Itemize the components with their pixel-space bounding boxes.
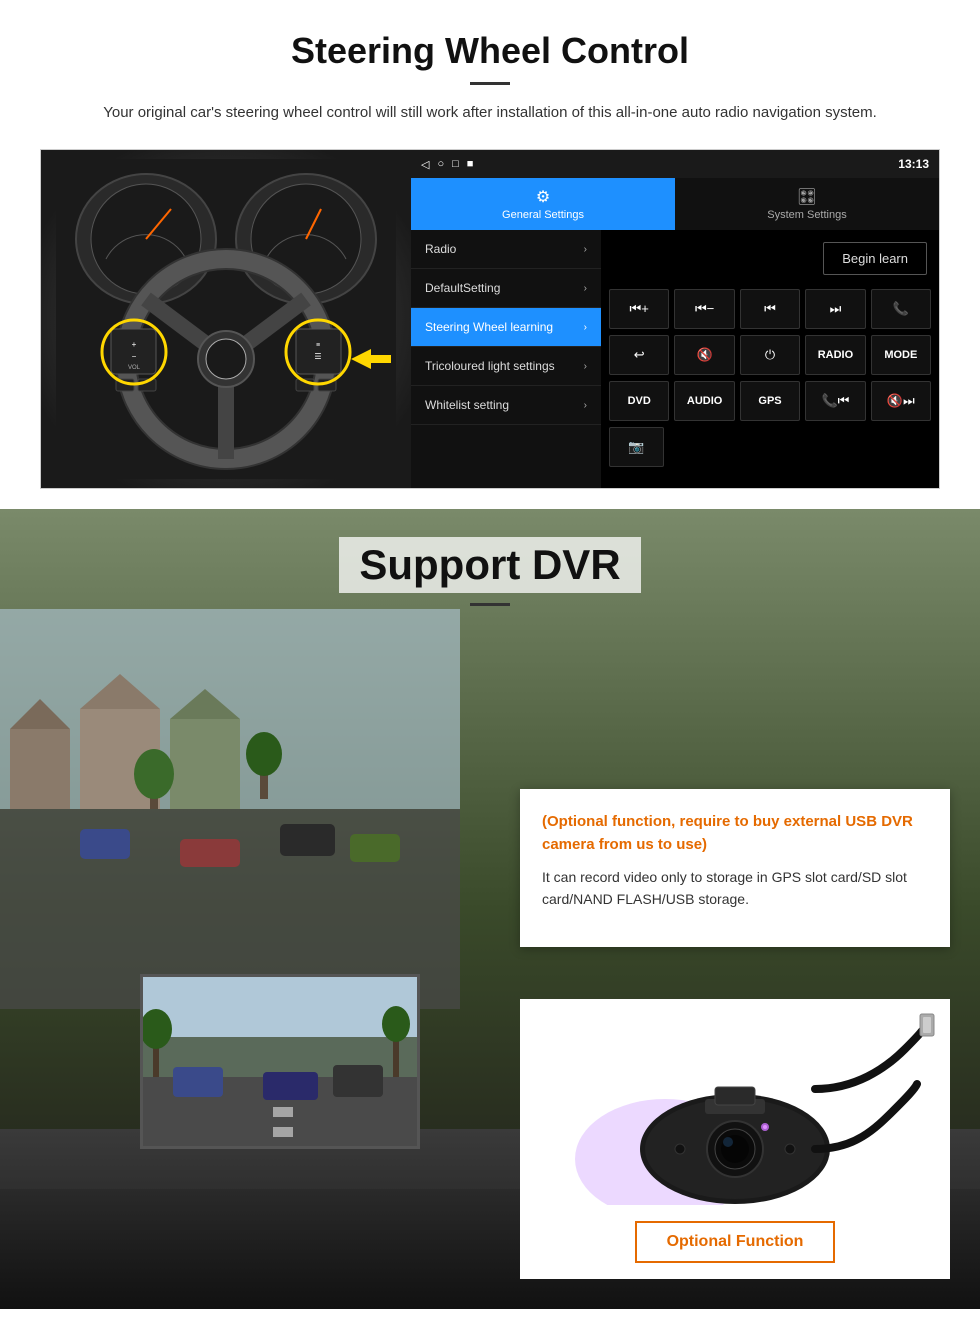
menu-panel: Radio › DefaultSetting › Steering Wheel … bbox=[411, 230, 601, 488]
svg-text:≡: ≡ bbox=[316, 342, 320, 349]
ctrl-prev[interactable]: ⏮ bbox=[740, 289, 800, 329]
svg-text:−: − bbox=[132, 352, 137, 361]
begin-learn-button[interactable]: Begin learn bbox=[823, 242, 927, 275]
ctrl-camera[interactable]: 📷 bbox=[609, 427, 664, 467]
dvr-divider bbox=[470, 603, 510, 606]
control-panel: Begin learn ⏮+ ⏮− ⏮ ⏭ 📞 ↩ 🔇 ⏻ RADIO bbox=[601, 230, 939, 488]
menu-label-tricoloured: Tricoloured light settings bbox=[425, 359, 555, 373]
status-icons: ◁ ○ □ ■ bbox=[421, 158, 473, 171]
ctrl-power[interactable]: ⏻ bbox=[740, 335, 800, 375]
dvr-info-card: (Optional function, require to buy exter… bbox=[520, 789, 950, 947]
steering-wheel-svg: + − VOL ≡ ☰ bbox=[56, 159, 396, 479]
dvr-camera-area bbox=[520, 999, 950, 1229]
ctrl-dvd[interactable]: DVD bbox=[609, 381, 669, 421]
ctrl-mode[interactable]: MODE bbox=[871, 335, 931, 375]
arrow-icon-2: › bbox=[584, 283, 587, 294]
steering-subtitle: Your original car's steering wheel contr… bbox=[80, 101, 900, 125]
tab-general-label: General Settings bbox=[502, 209, 584, 221]
ctrl-next[interactable]: ⏭ bbox=[805, 289, 865, 329]
optional-function-area: Optional Function bbox=[520, 1205, 950, 1279]
menu-item-tricoloured[interactable]: Tricoloured light settings › bbox=[411, 347, 601, 386]
ctrl-mute-next[interactable]: 🔇⏭ bbox=[871, 381, 931, 421]
steering-section: Steering Wheel Control Your original car… bbox=[0, 0, 980, 509]
begin-learn-row: Begin learn bbox=[609, 238, 931, 283]
arrow-icon-4: › bbox=[584, 361, 587, 372]
ctrl-mute[interactable]: 🔇 bbox=[674, 335, 734, 375]
dvr-bg-container: Support DVR (Optional function, require … bbox=[0, 509, 980, 1309]
menu-label-default: DefaultSetting bbox=[425, 281, 500, 295]
menu-icon: ■ bbox=[467, 158, 474, 170]
dvr-section: Support DVR (Optional function, require … bbox=[0, 509, 980, 1309]
steering-title: Steering Wheel Control bbox=[40, 30, 940, 72]
ctrl-vol-plus[interactable]: ⏮+ bbox=[609, 289, 669, 329]
dvr-screenshot-svg bbox=[143, 977, 420, 1149]
svg-text:+: + bbox=[132, 340, 137, 349]
ctrl-phone[interactable]: 📞 bbox=[871, 289, 931, 329]
title-divider bbox=[470, 82, 510, 85]
menu-item-defaultsetting[interactable]: DefaultSetting › bbox=[411, 269, 601, 308]
scene-svg bbox=[0, 609, 460, 1009]
arrow-icon: › bbox=[584, 244, 587, 255]
menu-label-whitelist: Whitelist setting bbox=[425, 398, 509, 412]
tab-system[interactable]: 🎛 System Settings bbox=[675, 178, 939, 230]
android-status-bar: ◁ ○ □ ■ 13:13 bbox=[411, 150, 939, 178]
ctrl-gps[interactable]: GPS bbox=[740, 381, 800, 421]
control-row-4: 📷 bbox=[609, 427, 931, 467]
ctrl-vol-minus[interactable]: ⏮− bbox=[674, 289, 734, 329]
ctrl-audio[interactable]: AUDIO bbox=[674, 381, 734, 421]
steering-photo: + − VOL ≡ ☰ bbox=[41, 150, 411, 488]
menu-label-radio: Radio bbox=[425, 242, 456, 256]
control-row-1: ⏮+ ⏮− ⏮ ⏭ 📞 bbox=[609, 289, 931, 329]
svg-text:☰: ☰ bbox=[314, 352, 321, 361]
ctrl-radio[interactable]: RADIO bbox=[805, 335, 865, 375]
home-icon: ○ bbox=[437, 158, 444, 170]
dvr-screenshot bbox=[140, 974, 420, 1149]
system-icon: 🎛 bbox=[797, 187, 817, 207]
arrow-icon-5: › bbox=[584, 400, 587, 411]
svg-text:VOL: VOL bbox=[128, 365, 141, 371]
back-icon: ◁ bbox=[421, 158, 429, 171]
settings-gear-icon: ⚙ bbox=[536, 187, 550, 207]
android-content: Radio › DefaultSetting › Steering Wheel … bbox=[411, 230, 939, 488]
steering-demo: + − VOL ≡ ☰ bbox=[40, 149, 940, 489]
menu-item-whitelist[interactable]: Whitelist setting › bbox=[411, 386, 601, 425]
menu-item-radio[interactable]: Radio › bbox=[411, 230, 601, 269]
dvr-header: Support DVR bbox=[0, 509, 980, 614]
ctrl-hang-up[interactable]: ↩ bbox=[609, 335, 669, 375]
camera-svg bbox=[535, 1009, 935, 1219]
camera-illustration bbox=[520, 999, 950, 1229]
control-row-2: ↩ 🔇 ⏻ RADIO MODE bbox=[609, 335, 931, 375]
android-tabs: ⚙ General Settings 🎛 System Settings bbox=[411, 178, 939, 230]
android-panel: ◁ ○ □ ■ 13:13 ⚙ General Settings 🎛 Syste… bbox=[411, 150, 939, 488]
tab-system-label: System Settings bbox=[767, 209, 846, 221]
arrow-icon-3: › bbox=[584, 322, 587, 333]
dvr-title: Support DVR bbox=[339, 537, 640, 593]
ctrl-phone-prev[interactable]: 📞⏮ bbox=[805, 381, 865, 421]
optional-function-button[interactable]: Optional Function bbox=[635, 1221, 836, 1263]
recent-icon: □ bbox=[452, 158, 459, 170]
tab-general[interactable]: ⚙ General Settings bbox=[411, 178, 675, 230]
dvr-description: It can record video only to storage in G… bbox=[542, 866, 928, 911]
dvr-orange-text: (Optional function, require to buy exter… bbox=[542, 811, 928, 856]
menu-label-steering: Steering Wheel learning bbox=[425, 320, 553, 334]
control-row-3: DVD AUDIO GPS 📞⏮ 🔇⏭ bbox=[609, 381, 931, 421]
status-time: 13:13 bbox=[898, 157, 929, 171]
menu-item-steering-learning[interactable]: Steering Wheel learning › bbox=[411, 308, 601, 347]
